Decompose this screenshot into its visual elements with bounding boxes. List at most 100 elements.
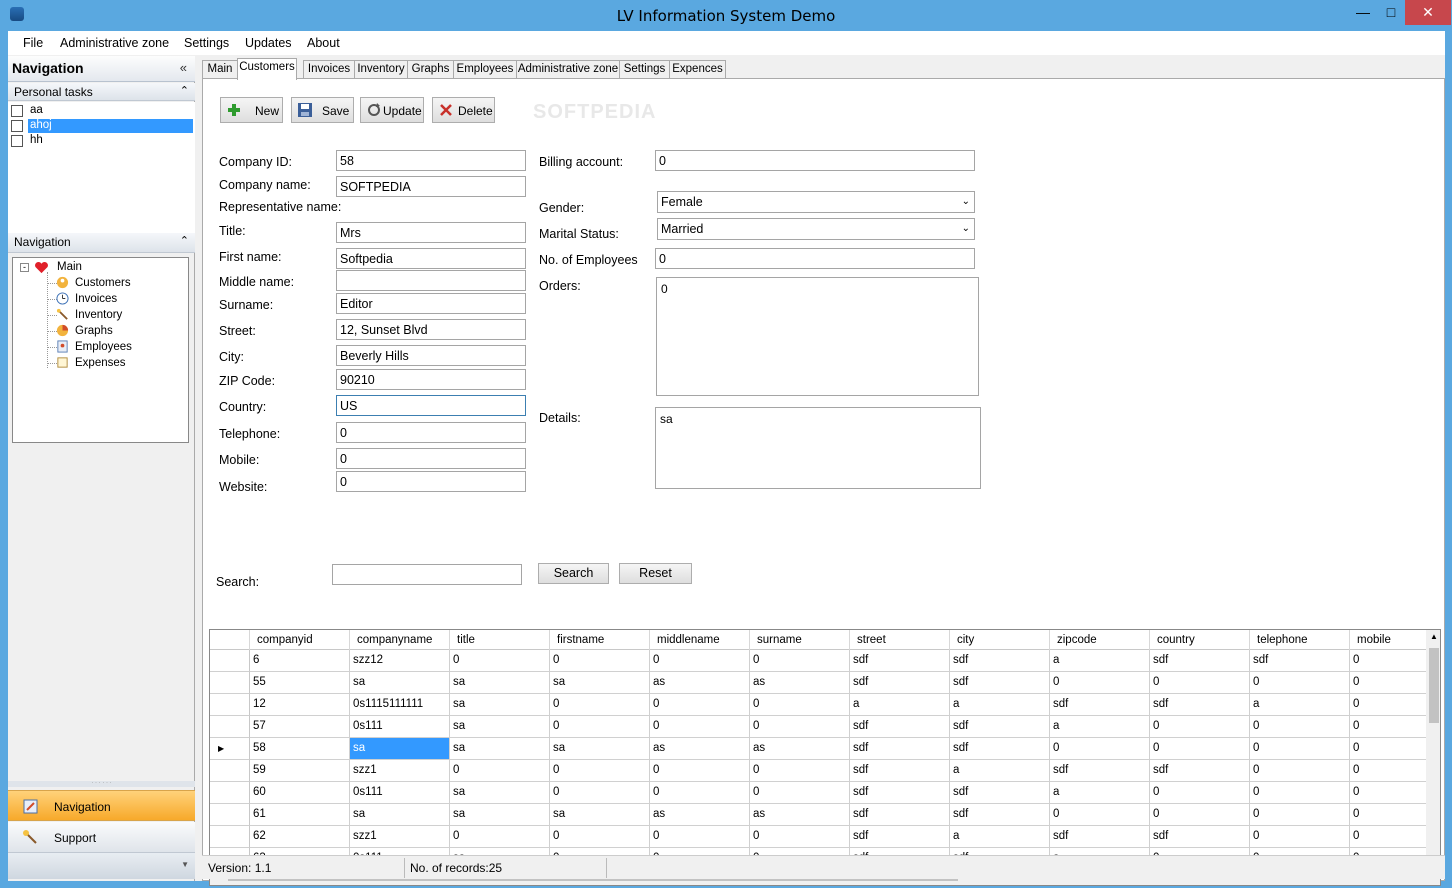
grid-cell[interactable]: a [1050,716,1150,738]
grid-cell[interactable]: sdf [950,650,1050,672]
grid-cell[interactable]: 0 [1150,672,1250,694]
grid-cell[interactable]: a [1050,782,1150,804]
website-field[interactable]: 0 [336,471,526,492]
grid-cell[interactable]: a [950,760,1050,782]
menu-settings[interactable]: Settings [184,36,229,50]
grid-cell[interactable]: 0 [1350,804,1426,826]
grid-cell[interactable]: 0 [550,760,650,782]
grid-cell[interactable]: 0 [450,650,550,672]
grid-cell[interactable]: 0 [750,760,850,782]
grid-cell[interactable]: sdf [850,804,950,826]
menu-administrative-zone[interactable]: Administrative zone [60,36,169,50]
grid-cell[interactable]: 0 [1150,782,1250,804]
search-button[interactable]: Search [538,563,609,584]
column-header[interactable]: companyid [250,630,350,650]
mobile-field[interactable]: 0 [336,448,526,469]
grid-cell[interactable]: 0 [650,782,750,804]
grid-cell[interactable]: 0 [1350,716,1426,738]
grid-cell[interactable]: 60 [250,782,350,804]
grid-cell[interactable]: sdf [850,672,950,694]
grid-cell[interactable]: 0 [750,826,850,848]
tree-item-inventory[interactable]: Inventory [75,309,122,321]
grid-cell[interactable]: 0 [750,650,850,672]
tree-item-employees[interactable]: Employees [75,341,132,353]
grid-cell[interactable]: sdf [850,760,950,782]
scrollbar-thumb[interactable] [1429,648,1439,723]
grid-cell[interactable]: 0s1115111111 [350,694,450,716]
row-header[interactable] [210,782,250,804]
tree-item-expenses[interactable]: Expenses [75,357,126,369]
grid-cell[interactable]: sdf [950,782,1050,804]
column-header[interactable]: companyname [350,630,450,650]
surname-field[interactable]: Editor [336,293,526,314]
grid-cell[interactable]: 0 [550,694,650,716]
grid-cell[interactable]: 0 [750,782,850,804]
collapse-panel-icon[interactable]: « [180,60,187,75]
grid-cell[interactable]: 0 [650,760,750,782]
grid-cell[interactable]: 0 [650,716,750,738]
grid-cell[interactable]: 58 [250,738,350,760]
grid-cell[interactable]: sdf [850,826,950,848]
grid-cell[interactable]: sdf [1050,760,1150,782]
grid-cell[interactable]: 0 [1250,826,1350,848]
vertical-scrollbar[interactable]: ▲ ▼ [1426,630,1440,868]
grid-cell[interactable]: sa [350,804,450,826]
grid-cell[interactable]: sdf [1150,826,1250,848]
column-header[interactable]: surname [750,630,850,650]
grid-cell[interactable]: 0 [450,826,550,848]
grid-cell[interactable]: 0 [1250,672,1350,694]
menu-about[interactable]: About [307,36,340,50]
grid-cell[interactable]: szz12 [350,650,450,672]
grid-cell[interactable]: 0 [1050,738,1150,760]
grid-cell[interactable]: 0 [1150,716,1250,738]
grid-cell[interactable]: sa [450,738,550,760]
company-name-field[interactable]: SOFTPEDIA [336,176,526,197]
tab-administrative-zone[interactable]: Administrative zone [516,60,620,79]
company-id-field[interactable]: 58 [336,150,526,171]
grid-cell[interactable]: 0 [1350,672,1426,694]
row-header[interactable] [210,716,250,738]
grid-cell[interactable]: as [650,804,750,826]
minimize-button[interactable]: — [1349,0,1377,25]
orders-field[interactable]: 0 [656,277,979,396]
grid-cell[interactable]: as [750,738,850,760]
city-field[interactable]: Beverly Hills [336,345,526,366]
task-checkbox[interactable] [11,120,23,132]
grid-cell[interactable]: 0 [1150,804,1250,826]
grid-cell[interactable]: a [1250,694,1350,716]
task-item[interactable]: hh [10,133,193,148]
row-header[interactable] [210,826,250,848]
grid-cell[interactable]: 0 [1250,716,1350,738]
grid-cell[interactable]: 0 [650,650,750,672]
grid-cell[interactable]: sdf [850,738,950,760]
grid-cell[interactable]: sa [450,804,550,826]
maximize-button[interactable]: □ [1377,0,1405,25]
grid-cell[interactable]: a [1050,650,1150,672]
grid-cell[interactable]: 6 [250,650,350,672]
gender-select[interactable]: Female ⌄ [657,191,975,213]
tab-employees[interactable]: Employees [453,60,517,79]
column-header[interactable]: street [850,630,950,650]
tree-item-main[interactable]: Main [57,261,82,273]
middle-name-field[interactable] [336,270,526,291]
nav-button-support[interactable]: Support [8,822,195,853]
tree-item-invoices[interactable]: Invoices [75,293,117,305]
grid-cell[interactable]: sdf [1150,694,1250,716]
delete-button[interactable]: Delete [432,97,495,123]
grid-cell[interactable]: 0 [550,650,650,672]
task-item[interactable]: aa [10,103,193,118]
splitter-grip[interactable]: · · · · · · [8,780,195,787]
details-field[interactable]: sa [655,407,981,489]
update-button[interactable]: Update [360,97,424,123]
tab-invoices[interactable]: Invoices [303,60,355,79]
grid-cell[interactable]: sdf [850,650,950,672]
grid-cell[interactable]: 0 [1150,738,1250,760]
grid-cell[interactable]: 57 [250,716,350,738]
grid-cell[interactable]: sdf [950,738,1050,760]
grid-cell[interactable]: 59 [250,760,350,782]
grid-cell[interactable]: 0 [450,760,550,782]
grid-cell[interactable]: 0 [1250,760,1350,782]
column-header[interactable]: firstname [550,630,650,650]
country-field[interactable]: US [336,395,526,416]
column-header[interactable]: title [450,630,550,650]
